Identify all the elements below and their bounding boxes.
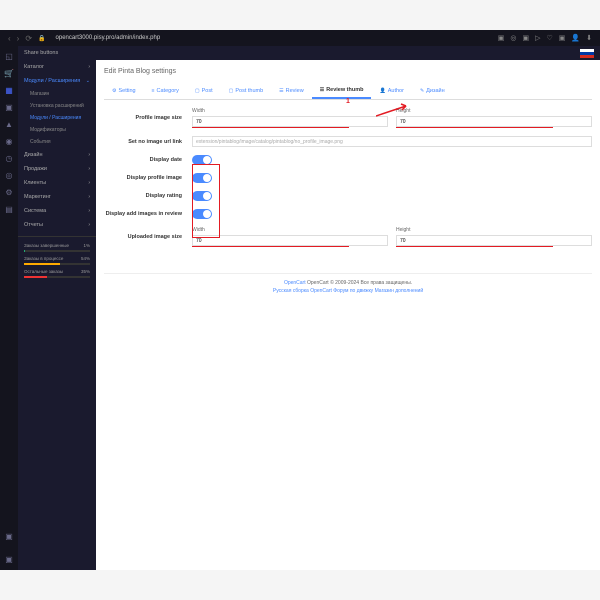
ext-icon[interactable]: ▣: [498, 34, 505, 42]
input-uploaded-width[interactable]: [192, 235, 388, 246]
rail-modules-icon[interactable]: ▦: [5, 86, 13, 95]
rail-item-icon[interactable]: ◉: [6, 137, 13, 146]
tab-category[interactable]: ≡Category: [144, 83, 187, 99]
toggle-display-date[interactable]: [192, 155, 212, 165]
label-display-profile: Display profile image: [104, 175, 192, 181]
footer-links[interactable]: Русская сборка OpenCart Форум по движку …: [110, 288, 586, 294]
sidebar-item-system[interactable]: Система›: [18, 204, 96, 218]
sidebar-sub-active[interactable]: Модули / Расширения: [18, 112, 96, 124]
ext-icon[interactable]: ▷: [535, 34, 540, 42]
tab-review[interactable]: ☰Review: [271, 83, 312, 99]
toggle-display-profile[interactable]: [192, 173, 212, 183]
chevron-right-icon: ›: [88, 64, 90, 70]
input-no-image[interactable]: [192, 136, 592, 147]
gear-icon: ⚙: [112, 88, 116, 94]
sidebar: Share buttons Каталог› Модули / Расширен…: [18, 46, 96, 570]
tab-setting[interactable]: ⚙Setting: [104, 83, 144, 99]
label-display-add: Display add images in review: [104, 211, 192, 217]
sidebar-item-design[interactable]: Дизайн›: [18, 148, 96, 162]
label-display-date: Display date: [104, 157, 192, 163]
rail-item-icon[interactable]: ▤: [5, 205, 13, 214]
back-icon[interactable]: ‹: [8, 34, 11, 43]
sidebar-item-share[interactable]: Share buttons: [18, 46, 96, 60]
sidebar-item-clients[interactable]: Клиенты›: [18, 176, 96, 190]
chevron-down-icon: ⌄: [86, 78, 90, 84]
tab-post-thumb[interactable]: ▢Post thumb: [221, 83, 272, 99]
rail-item-icon[interactable]: ▲: [5, 120, 13, 129]
rail-item-icon[interactable]: ▣: [5, 103, 13, 112]
sidebar-item-reports[interactable]: Отчеты›: [18, 218, 96, 232]
rail-dashboard-icon[interactable]: ◱: [5, 52, 13, 61]
sidebar-stats: Заказы завершенные1% Заказы в процессе54…: [18, 236, 96, 288]
label-profile-size: Profile image size: [104, 115, 192, 121]
rail-item-icon[interactable]: ⚙: [5, 188, 12, 197]
sidebar-sub[interactable]: Установка расширений: [18, 100, 96, 112]
rail-bottom-icon[interactable]: ▣: [5, 532, 13, 541]
input-profile-height[interactable]: [396, 116, 592, 127]
input-profile-width[interactable]: [192, 116, 388, 127]
app-rail: ◱ 🛒 ▦ ▣ ▲ ◉ ◷ ◎ ⚙ ▤ ▣ ▣: [0, 46, 18, 570]
sidebar-sub[interactable]: Модификаторы: [18, 124, 96, 136]
toggle-display-add[interactable]: [192, 209, 212, 219]
url-bar[interactable]: opencart3000.pisy.pro/admin/index.php: [52, 35, 492, 41]
sidebar-item-marketing[interactable]: Маркетинг›: [18, 190, 96, 204]
label-no-image: Set no image url link: [104, 139, 192, 145]
sidebar-item-catalog[interactable]: Каталог›: [18, 60, 96, 74]
main-content: Edit Pinta Blog settings ⚙Setting ≡Categ…: [96, 46, 600, 570]
sidebar-sub[interactable]: События: [18, 136, 96, 148]
sidebar-sub[interactable]: Магазин: [18, 88, 96, 100]
ext-icon[interactable]: ◎: [510, 34, 516, 42]
footer-link[interactable]: OpenCart: [284, 280, 306, 286]
toggle-display-rating[interactable]: [192, 191, 212, 201]
reload-icon[interactable]: ⟳: [25, 34, 32, 43]
rail-bottom-icon[interactable]: ▣: [5, 555, 13, 564]
tab-review-thumb[interactable]: ☰Review thumb: [312, 83, 372, 99]
user-icon[interactable]: 👤: [571, 34, 580, 42]
label-uploaded-size: Uploaded image size: [104, 234, 192, 240]
label-display-rating: Display rating: [104, 193, 192, 199]
footer: OpenCart OpenCart © 2009-2024 Все права …: [104, 273, 592, 300]
ext-icon[interactable]: ♡: [547, 34, 553, 42]
rail-cart-icon[interactable]: 🛒: [4, 69, 14, 78]
tabs: ⚙Setting ≡Category ▢Post ▢Post thumb ☰Re…: [104, 83, 592, 100]
topbar: [96, 46, 600, 60]
sidebar-item-modules[interactable]: Модули / Расширения⌄: [18, 74, 96, 88]
ext-icon[interactable]: ▣: [559, 34, 566, 42]
input-uploaded-height[interactable]: [396, 235, 592, 246]
label-width: Width: [192, 108, 388, 114]
tab-author[interactable]: 👤Author: [371, 83, 411, 99]
forward-icon[interactable]: ›: [17, 34, 20, 43]
rail-item-icon[interactable]: ◷: [6, 154, 13, 163]
label-height: Height: [396, 108, 592, 114]
download-icon[interactable]: ⬇: [586, 34, 592, 42]
lock-icon: 🔒: [38, 35, 45, 42]
page-title: Edit Pinta Blog settings: [104, 68, 592, 75]
ext-icon[interactable]: ▣: [522, 34, 529, 42]
browser-bar: ‹ › ⟳ 🔒 opencart3000.pisy.pro/admin/inde…: [0, 30, 600, 46]
rail-item-icon[interactable]: ◎: [6, 171, 13, 180]
tab-design[interactable]: ✎Дизайн: [412, 83, 453, 99]
language-flag[interactable]: [580, 49, 594, 58]
tab-post[interactable]: ▢Post: [187, 83, 221, 99]
sidebar-item-sales[interactable]: Продажи›: [18, 162, 96, 176]
